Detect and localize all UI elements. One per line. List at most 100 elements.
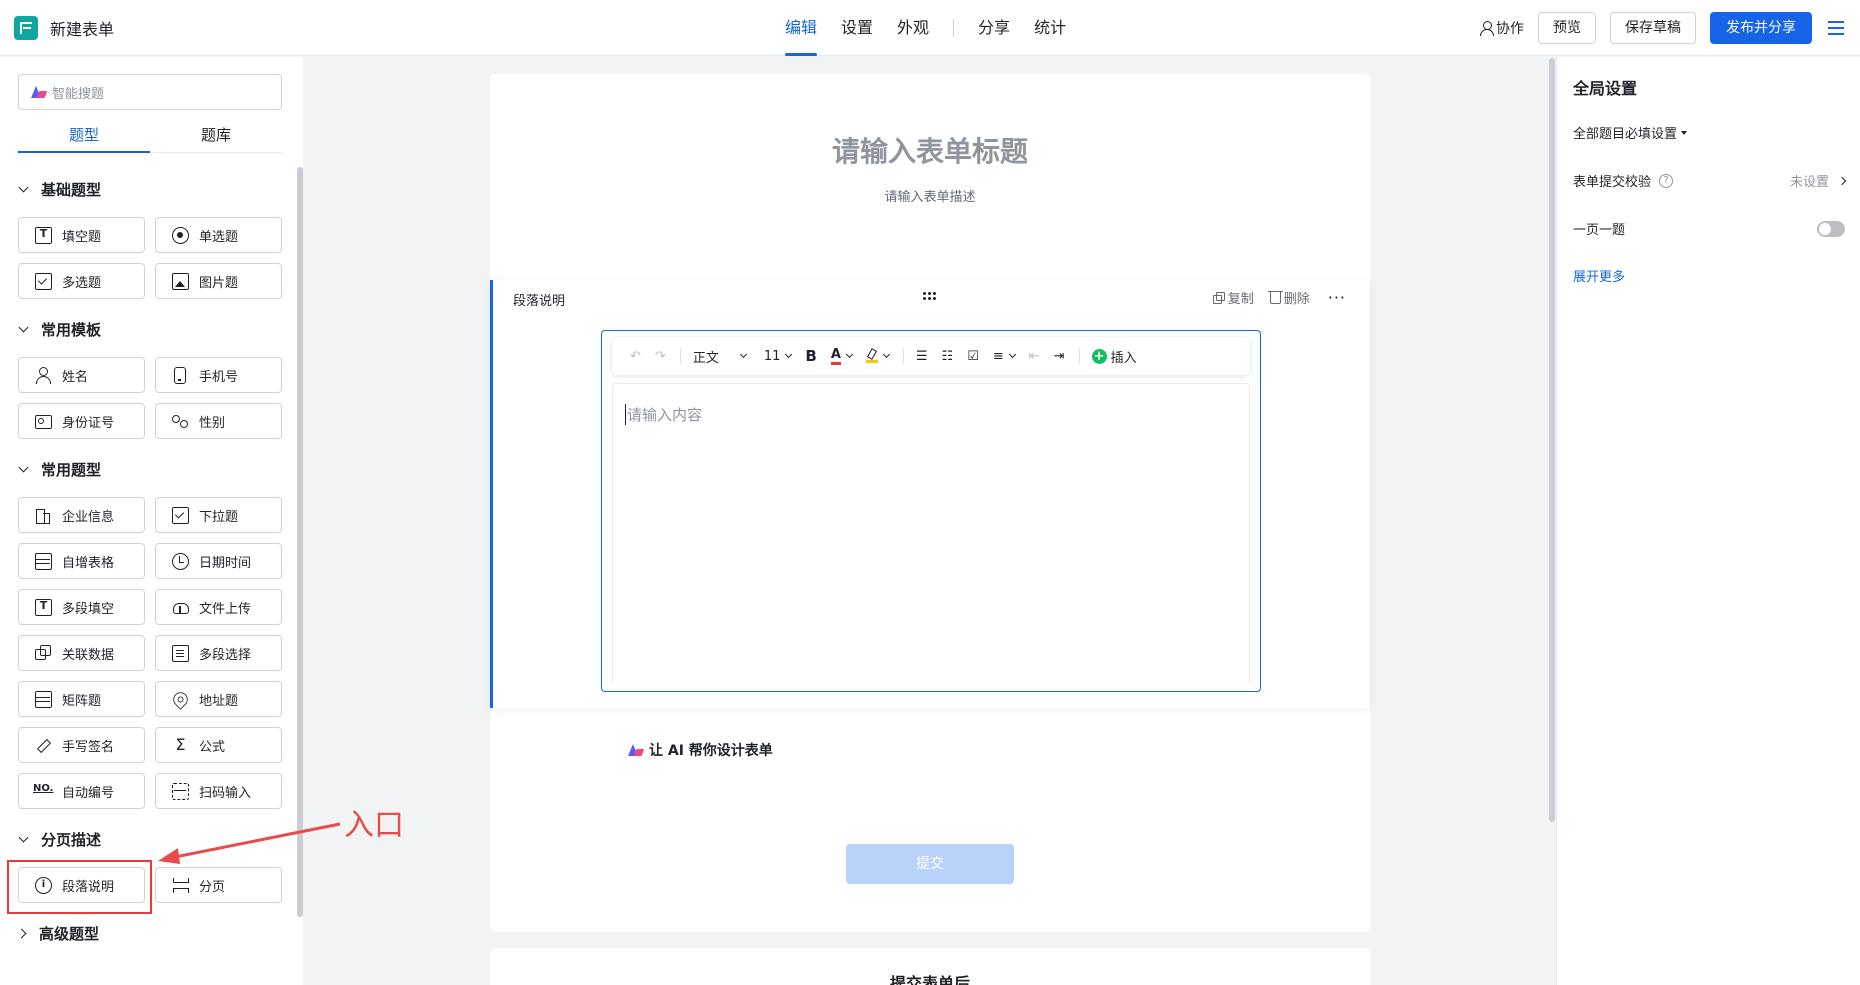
- help-icon[interactable]: ?: [1659, 173, 1674, 188]
- qtype-multiselect[interactable]: 多段选择: [155, 635, 282, 671]
- numbered-list-icon[interactable]: ☷: [942, 349, 954, 364]
- qtype-autonum[interactable]: 自动编号: [18, 773, 145, 809]
- image-icon: [172, 272, 189, 290]
- submit-check-row[interactable]: 表单提交校验 ? 未设置: [1573, 171, 1847, 190]
- qtype-multi[interactable]: 多选题: [18, 263, 145, 299]
- qtype-name[interactable]: 姓名: [18, 357, 145, 393]
- doc-title[interactable]: 新建表单: [50, 16, 114, 40]
- caret-down-icon: [1681, 130, 1688, 135]
- qtype-formula[interactable]: 公式: [155, 727, 282, 763]
- qtype-label: 文件上传: [199, 601, 252, 617]
- qtype-address[interactable]: 地址题: [155, 681, 282, 717]
- form-title-input[interactable]: 请输入表单标题: [490, 130, 1370, 170]
- copy-icon[interactable]: [1212, 291, 1225, 304]
- group-basic-label: 基础题型: [41, 181, 102, 199]
- qtype-fill[interactable]: 填空题: [18, 217, 145, 253]
- tab-question-types[interactable]: 题型: [18, 119, 150, 153]
- nav-tab-settings[interactable]: 设置: [841, 0, 873, 56]
- qtype-multifill[interactable]: 多段填空: [18, 589, 145, 625]
- publish-share-button[interactable]: 发布并分享: [1710, 12, 1812, 44]
- chevron-down-icon: [18, 832, 29, 843]
- nav-tab-stats[interactable]: 统计: [1034, 0, 1066, 56]
- drag-handle-icon[interactable]: [923, 292, 939, 302]
- font-size-select[interactable]: 11: [764, 349, 793, 364]
- qtype-datetime[interactable]: 日期时间: [155, 543, 282, 579]
- collab-label: 协作: [1496, 21, 1524, 37]
- group-advanced[interactable]: 高级题型: [16, 923, 100, 944]
- undo-icon[interactable]: ↶: [630, 349, 641, 364]
- qtype-upload[interactable]: 文件上传: [155, 589, 282, 625]
- bullet-list-icon[interactable]: ☰: [916, 349, 928, 364]
- nav-tab-edit[interactable]: 编辑: [785, 0, 818, 56]
- text-input-icon: [35, 226, 52, 244]
- required-setting-dropdown[interactable]: 全部题目必填设置: [1573, 123, 1845, 142]
- expand-more-link[interactable]: 展开更多: [1573, 266, 1625, 285]
- outdent-icon[interactable]: ⇤: [1029, 349, 1040, 364]
- highlight-button[interactable]: [865, 349, 890, 363]
- paragraph-block[interactable]: 段落说明 复制 删除 ··· ↶ ↷ 正文 11 B A ☰ ☷ ☑ ≡ ⇤ ⇥…: [490, 280, 1370, 708]
- qtype-phone[interactable]: 手机号: [155, 357, 282, 393]
- delete-button[interactable]: 删除: [1284, 288, 1310, 307]
- group-advanced-label: 高级题型: [39, 925, 100, 943]
- qtype-pagebreak[interactable]: 分页: [155, 867, 282, 903]
- nav-tab-appearance[interactable]: 外观: [897, 0, 929, 56]
- sidebar-scrollbar[interactable]: [297, 167, 303, 917]
- qtype-idcard[interactable]: 身份证号: [18, 403, 145, 439]
- canvas-scrollbar[interactable]: [1549, 58, 1555, 822]
- indent-icon[interactable]: ⇥: [1054, 349, 1065, 364]
- chevron-down-icon: [18, 322, 29, 333]
- form-description-input[interactable]: 请输入表单描述: [490, 186, 1370, 205]
- rich-text-editor: ↶ ↷ 正文 11 B A ☰ ☷ ☑ ≡ ⇤ ⇥ + 插入 请输入内容: [601, 330, 1261, 692]
- redo-icon[interactable]: ↷: [655, 349, 666, 364]
- qtype-signature[interactable]: 手写签名: [18, 727, 145, 763]
- text-style-select[interactable]: 正文: [693, 347, 747, 366]
- font-color-button[interactable]: A: [830, 347, 853, 365]
- tab-question-bank[interactable]: 题库: [150, 119, 282, 152]
- qtype-single[interactable]: 单选题: [155, 217, 282, 253]
- collab-button[interactable]: 协作: [1480, 18, 1524, 38]
- qtype-dropdown[interactable]: 下拉题: [155, 497, 282, 533]
- annotation-label: 入口: [344, 808, 404, 843]
- preview-button[interactable]: 预览: [1538, 12, 1596, 44]
- main-nav: 编辑 设置 外观 分享 统计: [785, 0, 1090, 56]
- one-per-page-toggle[interactable]: [1817, 220, 1845, 237]
- chevron-down-icon: [18, 462, 29, 473]
- insert-button[interactable]: + 插入: [1091, 347, 1137, 366]
- ai-design-link[interactable]: 让 AI 帮你设计表单: [628, 740, 773, 760]
- ai-design-label: 让 AI 帮你设计表单: [649, 743, 773, 759]
- phone-icon: [174, 366, 186, 384]
- align-button[interactable]: ≡: [993, 349, 1016, 364]
- group-templates[interactable]: 常用模板: [18, 319, 101, 340]
- save-draft-button[interactable]: 保存草稿: [1610, 12, 1696, 44]
- trash-icon[interactable]: [1267, 290, 1283, 304]
- group-basic[interactable]: 基础题型: [18, 179, 101, 200]
- qtype-company[interactable]: 企业信息: [18, 497, 145, 533]
- qtype-label: 地址题: [199, 693, 239, 709]
- ai-search-input[interactable]: 智能搜题: [18, 74, 282, 110]
- qtype-scan[interactable]: 扫码输入: [155, 773, 282, 809]
- qtype-gender[interactable]: 性别: [155, 403, 282, 439]
- qtype-matrix[interactable]: 矩阵题: [18, 681, 145, 717]
- qtype-label: 关联数据: [62, 647, 115, 663]
- qtype-linked[interactable]: 关联数据: [18, 635, 145, 671]
- nav-tab-share[interactable]: 分享: [978, 0, 1010, 56]
- bold-button[interactable]: B: [805, 347, 816, 365]
- qtype-table[interactable]: 自增表格: [18, 543, 145, 579]
- group-paging-label: 分页描述: [41, 831, 102, 849]
- task-list-icon[interactable]: ☑: [967, 349, 979, 364]
- hamburger-menu-icon[interactable]: [1828, 21, 1844, 35]
- location-pin-icon: [170, 688, 191, 710]
- submit-button[interactable]: 提交: [846, 844, 1014, 884]
- group-common[interactable]: 常用题型: [18, 459, 101, 480]
- qtype-image[interactable]: 图片题: [155, 263, 282, 299]
- gender-icon: [172, 413, 189, 430]
- more-options-icon[interactable]: ···: [1328, 288, 1346, 307]
- plus-circle-icon: +: [1091, 348, 1107, 364]
- ai-search-placeholder: 智能搜题: [52, 86, 105, 102]
- chevron-down-icon: [882, 350, 890, 359]
- number-icon: [33, 783, 53, 800]
- editor-content-area[interactable]: 请输入内容: [612, 383, 1250, 683]
- copy-button[interactable]: 复制: [1228, 288, 1254, 307]
- group-paging[interactable]: 分页描述: [18, 829, 101, 850]
- building-icon: [35, 507, 52, 524]
